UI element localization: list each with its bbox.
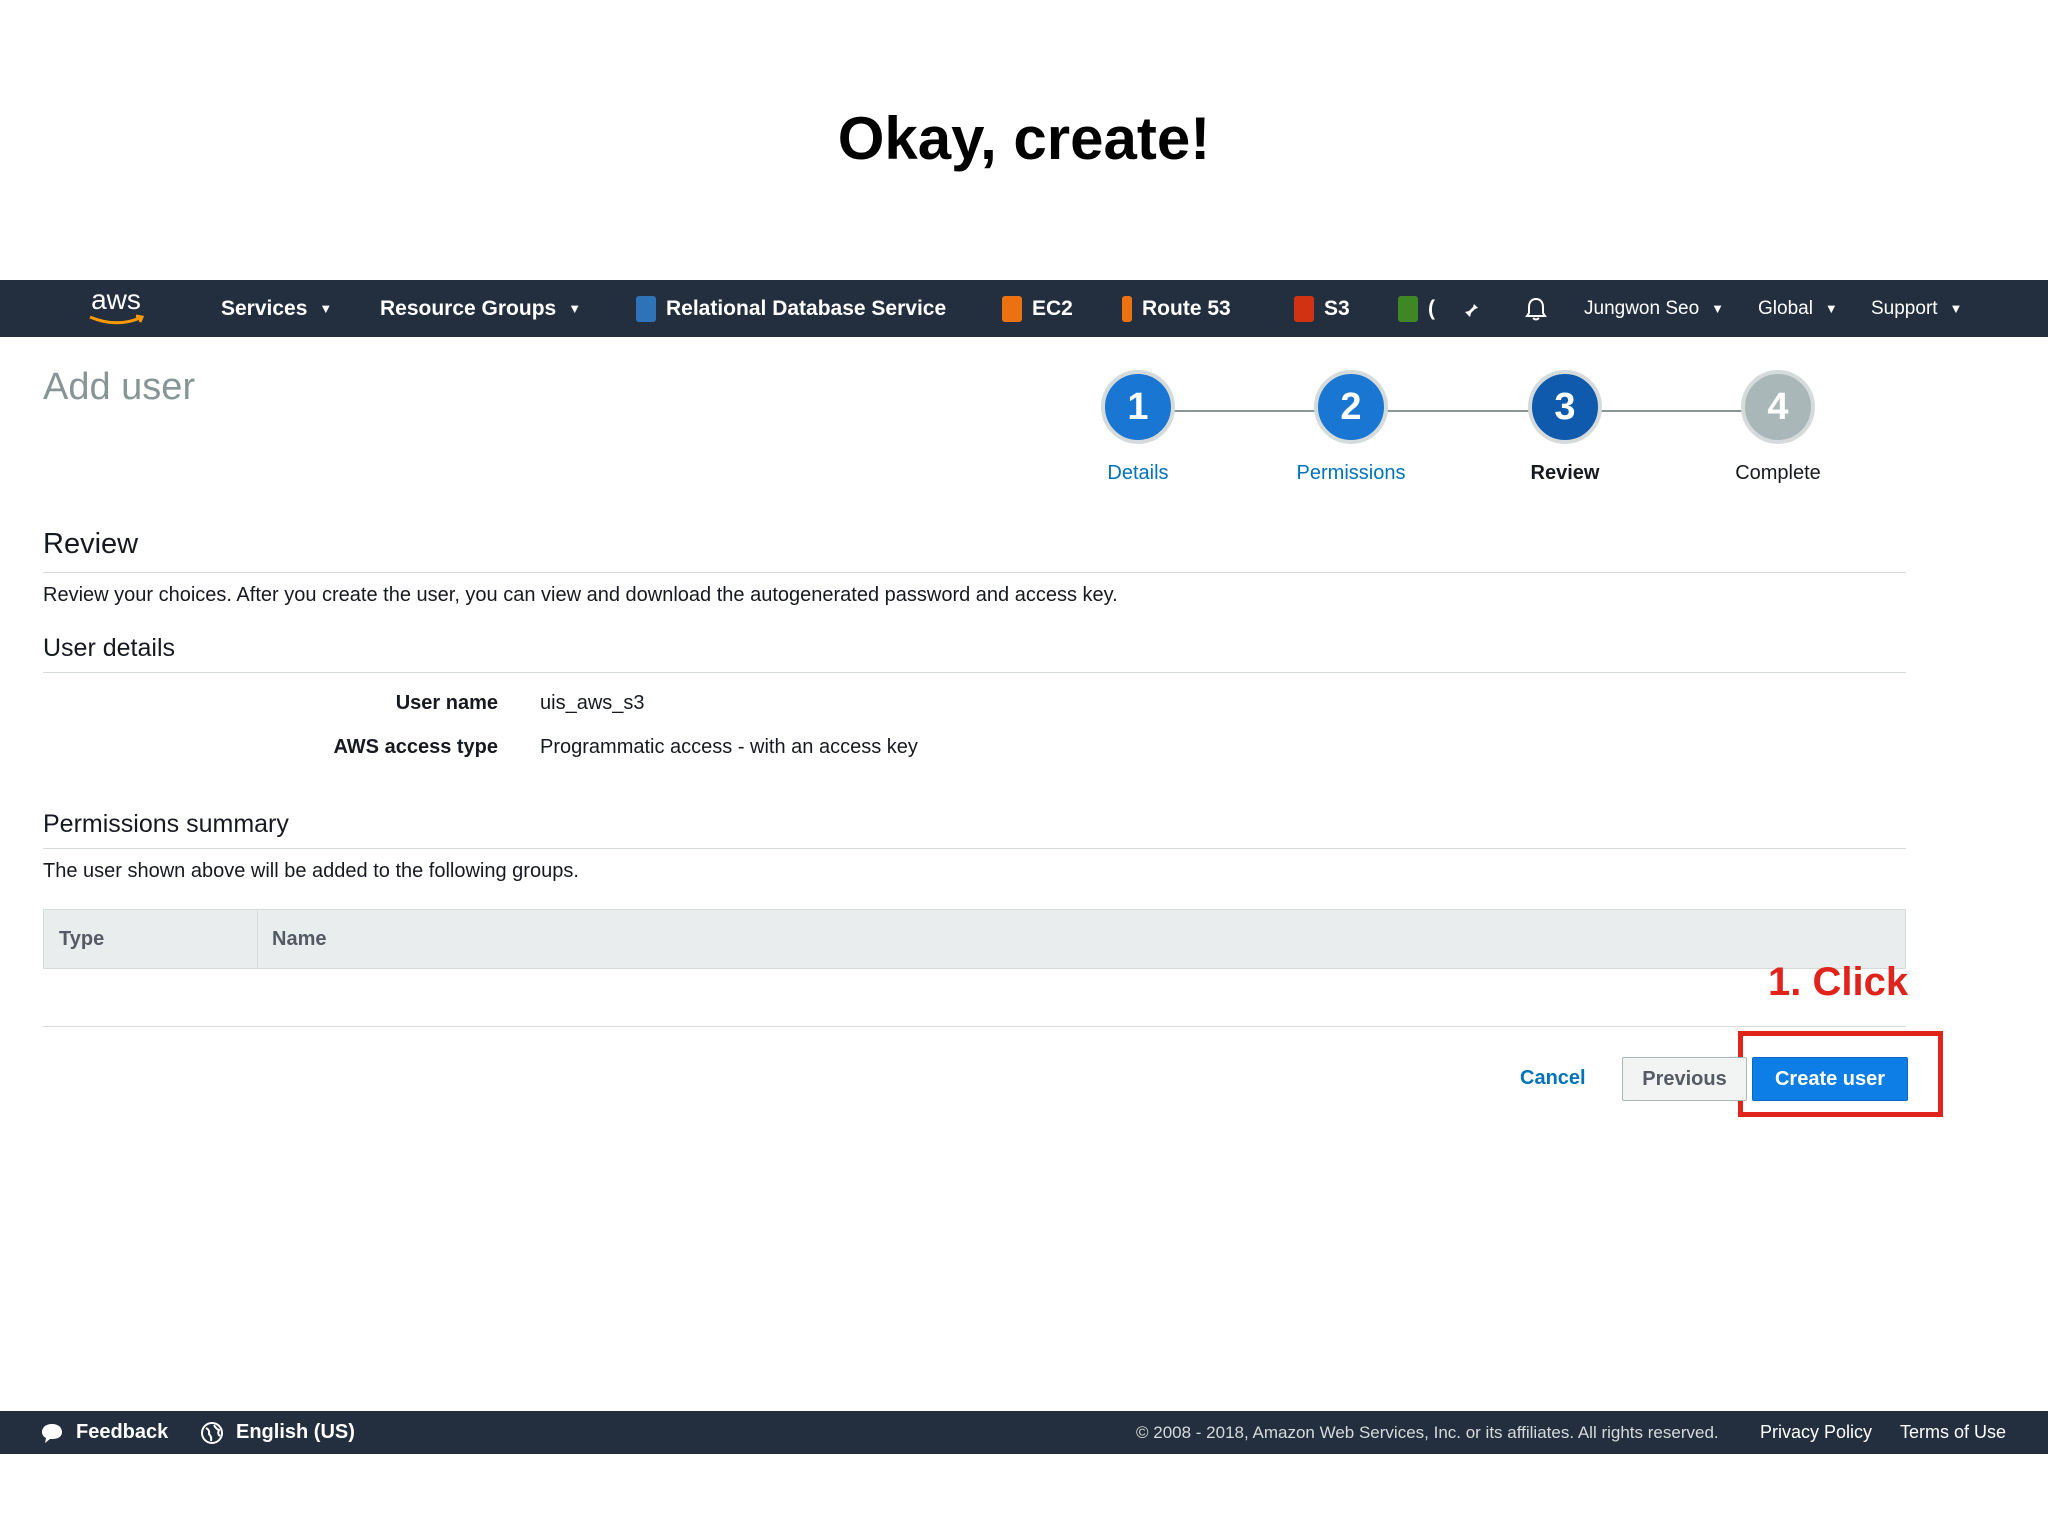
column-header-type[interactable]: Type <box>59 910 104 968</box>
shortcut-truncated-label: ( <box>1428 296 1435 320</box>
footer-bar: Feedback English (US) © 2008 - 2018, Ama… <box>0 1411 2048 1454</box>
copyright-text: © 2008 - 2018, Amazon Web Services, Inc.… <box>1136 1422 1719 1442</box>
wizard-progress: 1 Details 2 Permissions 3 Review 4 Compl… <box>1100 370 1880 500</box>
shortcut-s3-label: S3 <box>1324 296 1350 320</box>
step-label: Permissions <box>1296 462 1406 484</box>
wizard-step-complete: 4 Complete <box>1698 370 1858 485</box>
services-label: Services <box>221 296 308 320</box>
region-menu[interactable]: Global ▼ <box>1758 280 1838 337</box>
shortcut-s3[interactable]: S3 <box>1294 280 1350 337</box>
step-number: 2 <box>1314 370 1388 444</box>
aws-logo[interactable]: aws <box>86 286 146 332</box>
page-title: Add user <box>43 366 196 408</box>
column-header-name[interactable]: Name <box>272 910 326 968</box>
shortcut-rds[interactable]: Relational Database Service <box>636 280 946 337</box>
notifications-button[interactable] <box>1524 280 1548 337</box>
user-details-heading: User details <box>43 634 175 662</box>
database-icon <box>636 295 656 322</box>
shortcut-ec2[interactable]: EC2 <box>1002 280 1073 337</box>
cancel-button[interactable]: Cancel <box>1520 1057 1586 1100</box>
column-divider <box>257 910 258 968</box>
support-menu[interactable]: Support ▼ <box>1871 280 1962 337</box>
support-label: Support <box>1871 297 1938 319</box>
step-number: 3 <box>1528 370 1602 444</box>
divider <box>43 848 1906 849</box>
permissions-description: The user shown above will be added to th… <box>43 860 579 882</box>
step-label: Review <box>1530 462 1600 484</box>
step-number: 1 <box>1101 370 1175 444</box>
resource-groups-label: Resource Groups <box>380 296 557 320</box>
feedback-label: Feedback <box>76 1421 169 1443</box>
user-menu[interactable]: Jungwon Seo ▼ <box>1584 280 1724 337</box>
wizard-step-permissions[interactable]: 2 Permissions <box>1271 370 1431 485</box>
region-label: Global <box>1758 297 1813 319</box>
service-icon <box>1398 295 1418 322</box>
pin-icon[interactable] <box>1462 280 1484 337</box>
chevron-down-icon: ▼ <box>1711 301 1725 316</box>
shortcut-route53-label: Route 53 <box>1142 296 1231 320</box>
step-label: Details <box>1107 462 1169 484</box>
previous-button[interactable]: Previous <box>1622 1057 1747 1101</box>
language-label: English (US) <box>236 1421 355 1443</box>
aws-smile-icon <box>89 314 145 325</box>
user-name-label: Jungwon Seo <box>1584 297 1700 319</box>
services-menu[interactable]: Services ▼ <box>221 280 332 337</box>
review-heading: Review <box>43 528 139 560</box>
top-navigation-bar: aws Services ▼ Resource Groups ▼ Relatio… <box>0 280 2048 337</box>
chevron-down-icon: ▼ <box>568 301 582 316</box>
wizard-step-review: 3 Review <box>1485 370 1645 485</box>
click-annotation: 1. Click <box>1768 960 1909 1004</box>
chevron-down-icon: ▼ <box>319 301 333 316</box>
groups-table-header: Type Name <box>43 909 1906 969</box>
terms-of-use-link[interactable]: Terms of Use <box>1900 1411 2006 1454</box>
speech-bubble-icon <box>42 1423 62 1443</box>
divider <box>43 1026 1906 1027</box>
step-number: 4 <box>1741 370 1815 444</box>
shortcut-truncated[interactable]: ( <box>1398 280 1435 337</box>
aws-logo-text: aws <box>91 284 141 315</box>
language-selector[interactable]: English (US) <box>200 1411 355 1454</box>
pushpin-icon <box>1465 299 1478 317</box>
divider <box>43 672 1906 673</box>
chevron-down-icon: ▼ <box>1824 301 1838 316</box>
review-description: Review your choices. After you create th… <box>43 584 1118 606</box>
user-name-label: User name <box>395 692 498 714</box>
ec2-icon <box>1002 295 1022 322</box>
bell-icon <box>1525 297 1547 320</box>
shortcut-route53[interactable]: Route 53 <box>1122 280 1231 337</box>
divider <box>43 572 1906 573</box>
route53-icon <box>1122 295 1132 322</box>
create-user-button[interactable]: Create user <box>1752 1057 1908 1101</box>
shortcut-rds-label: Relational Database Service <box>666 296 947 320</box>
privacy-policy-link[interactable]: Privacy Policy <box>1760 1411 1872 1454</box>
permissions-summary-heading: Permissions summary <box>43 810 289 838</box>
access-type-value: Programmatic access - with an access key <box>540 736 918 758</box>
wizard-step-details[interactable]: 1 Details <box>1058 370 1218 485</box>
resource-groups-menu[interactable]: Resource Groups ▼ <box>380 280 581 337</box>
user-name-value: uis_aws_s3 <box>540 692 645 714</box>
access-type-label: AWS access type <box>333 736 498 758</box>
slide-title: Okay, create! <box>837 105 1211 172</box>
chevron-down-icon: ▼ <box>1949 301 1963 316</box>
s3-bucket-icon <box>1294 295 1314 322</box>
step-label: Complete <box>1735 462 1821 484</box>
feedback-link[interactable]: Feedback <box>40 1411 168 1454</box>
shortcut-ec2-label: EC2 <box>1032 296 1073 320</box>
globe-icon <box>201 1421 223 1444</box>
